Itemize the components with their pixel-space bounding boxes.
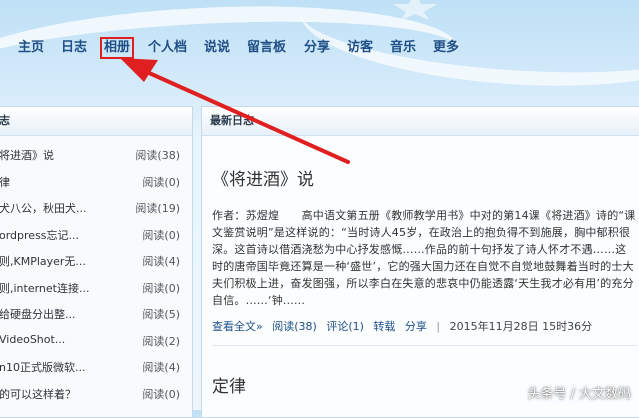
- post-link[interactable]: 犬八公，秋田犬...: [0, 200, 124, 216]
- list-item[interactable]: 律 阅读(0): [0, 174, 192, 194]
- post-title[interactable]: 《将进酒》说: [212, 165, 314, 190]
- list-item[interactable]: n10正式版微软... 阅读(4): [0, 359, 192, 379]
- latest-post-panel: 最新日志 《将进酒》说 作者：苏煜煌 高中语文第五册《教师教学用书》中对的第14…: [201, 106, 639, 418]
- list-item[interactable]: 犬八公，秋田犬... 阅读(19): [0, 200, 192, 220]
- read-count: 阅读(5): [142, 308, 180, 321]
- post-link[interactable]: 律: [0, 174, 124, 190]
- repost-link[interactable]: 转载: [373, 320, 395, 333]
- nav-item-share[interactable]: 分享: [304, 38, 330, 58]
- nav-item-more[interactable]: 更多: [433, 38, 459, 58]
- post-divider: [212, 345, 637, 346]
- post-link[interactable]: 的可以这样着？: [0, 386, 124, 402]
- read-count: 阅读(0): [142, 228, 180, 242]
- nav-item-album[interactable]: 相册: [100, 37, 135, 59]
- comment-count-link[interactable]: 评论(1): [326, 320, 364, 333]
- post-link[interactable]: n10正式版微软...: [0, 359, 124, 375]
- post-link[interactable]: VideoShot...: [0, 333, 124, 346]
- read-count: 阅读(0): [142, 387, 180, 401]
- list-item[interactable]: 将进酒》说 阅读(38): [0, 147, 192, 167]
- post-date: 2015年11月28日 15时36分: [449, 320, 593, 333]
- panel-title: 志: [0, 107, 192, 136]
- list-item[interactable]: 的可以这样着？ 阅读(0): [0, 386, 192, 406]
- share-link[interactable]: 分享: [405, 320, 427, 333]
- read-count: 阅读(4): [142, 361, 180, 374]
- nav-item-music[interactable]: 音乐: [390, 38, 416, 58]
- recent-posts-panel: 志 将进酒》说 阅读(38) 律阅读(0) 犬八公，秋田犬... 阅读(19) ordpr…: [0, 106, 193, 418]
- read-count: 阅读(0): [142, 175, 180, 189]
- read-count-link[interactable]: 阅读(38): [272, 320, 317, 333]
- list-item[interactable]: 则,internet连接... 阅读(0): [0, 280, 192, 300]
- nav-item-status[interactable]: 说说: [204, 38, 230, 58]
- read-count: 阅读(4): [142, 255, 180, 268]
- read-more-link[interactable]: 查看全文»: [212, 320, 263, 333]
- read-count: 阅读(19): [135, 202, 180, 215]
- list-item[interactable]: 则,KMPlayer无... 阅读(4): [0, 253, 192, 273]
- nav-item-visitors[interactable]: 访客: [347, 38, 373, 58]
- post-link[interactable]: 则,internet连接...: [0, 280, 124, 296]
- list-item[interactable]: 给硬盘分出整... 阅读(5): [0, 306, 192, 326]
- nav-item-blog[interactable]: 日志: [61, 38, 87, 58]
- post-link[interactable]: 给硬盘分出整...: [0, 306, 124, 322]
- star-decoration-icon: [393, 0, 437, 20]
- post-link[interactable]: 则,KMPlayer无...: [0, 253, 124, 269]
- nav-item-profile[interactable]: 个人档: [148, 38, 187, 58]
- watermark-text: 头条号 / 大文数码: [527, 387, 631, 402]
- read-count: 阅读(0): [142, 281, 180, 295]
- list-item[interactable]: ordpress忘记... 阅读(0): [0, 227, 192, 247]
- nav-item-home[interactable]: 主页: [18, 38, 44, 58]
- meta-separator: |: [436, 320, 441, 333]
- post-link[interactable]: 将进酒》说: [0, 147, 124, 163]
- post-meta: 查看全文» 阅读(38) 评论(1) 转载 分享 | 2015年11月28日 1…: [212, 318, 598, 334]
- read-count: 阅读(38): [135, 149, 180, 162]
- nav-item-guestbook[interactable]: 留言板: [247, 38, 286, 58]
- post-excerpt: 作者：苏煜煌 高中语文第五册《教师教学用书》中对的第14课《将进酒》诗的“课文鉴…: [212, 209, 636, 307]
- post-title[interactable]: 定律: [212, 372, 246, 397]
- panel-title: 最新日志: [202, 107, 639, 136]
- post-link[interactable]: ordpress忘记...: [0, 227, 124, 243]
- list-item[interactable]: VideoShot... 阅读(2): [0, 333, 192, 353]
- read-count: 阅读(2): [142, 334, 180, 348]
